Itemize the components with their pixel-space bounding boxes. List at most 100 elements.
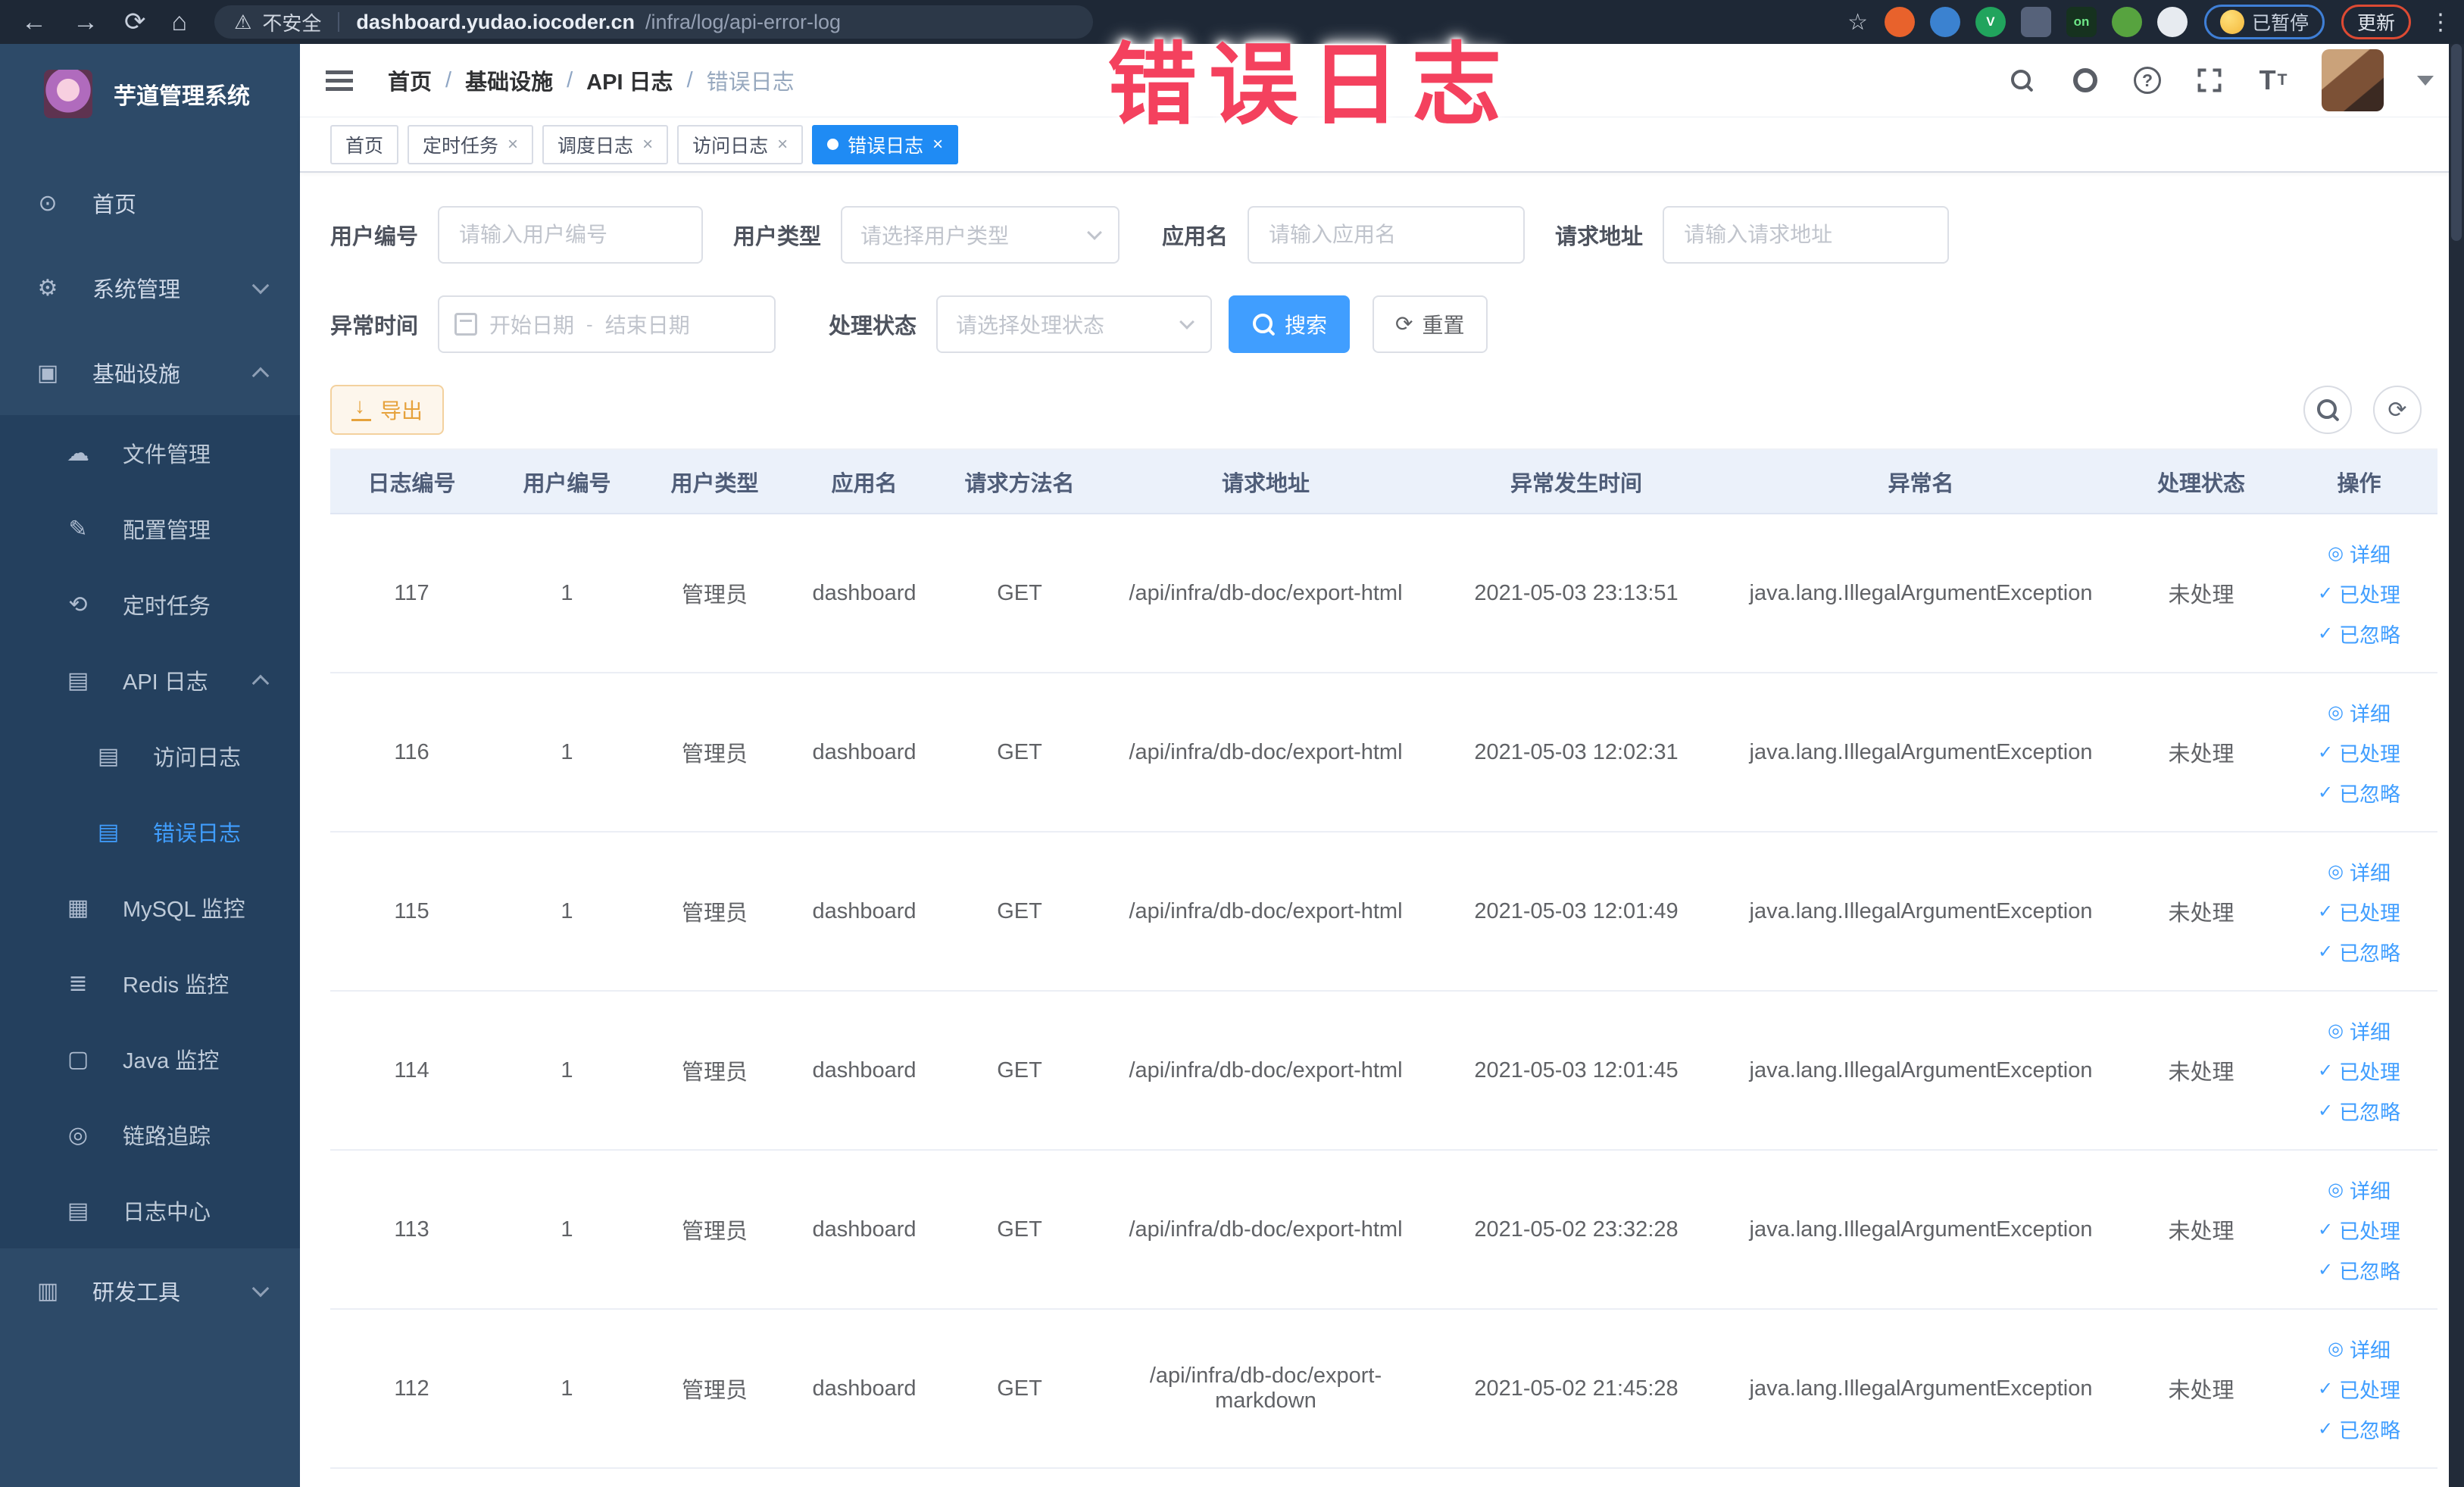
- sidebar-item-错误日志[interactable]: ▤ 错误日志: [0, 794, 300, 870]
- ext-puzzle-icon[interactable]: [2156, 7, 2188, 37]
- sidebar-item-文件管理[interactable]: ☁ 文件管理: [0, 415, 300, 491]
- sidebar-item-基础设施[interactable]: ▣ 基础设施: [0, 330, 300, 415]
- breadcrumb-item[interactable]: 首页: [388, 64, 432, 96]
- action-详细[interactable]: ◎ 详细: [2328, 1016, 2391, 1045]
- app-name-label: 应用名: [1162, 225, 1229, 249]
- github-icon[interactable]: [2070, 65, 2100, 95]
- sidebar-item-label: 基础设施: [92, 363, 181, 387]
- column-header-app_name: 应用名: [831, 471, 898, 496]
- export-button[interactable]: 导出: [330, 385, 445, 435]
- tag-错误日志[interactable]: 错误日志 ×: [812, 124, 959, 164]
- sidebar-logo[interactable]: 芋道管理系统: [0, 44, 300, 141]
- sidebar-item-label: 链路追踪: [123, 1125, 211, 1149]
- eye-icon: ◎: [2328, 1338, 2344, 1359]
- user-avatar[interactable]: [2322, 49, 2384, 111]
- close-icon[interactable]: ×: [932, 134, 943, 155]
- action-已处理[interactable]: ✓ 已处理: [2318, 1374, 2400, 1404]
- cell-app_name: dashboard: [812, 580, 917, 605]
- ext-grid-icon[interactable]: [2020, 7, 2051, 37]
- tag-定时任务[interactable]: 定时任务 ×: [408, 124, 534, 164]
- avatar-caret-down-icon[interactable]: [2417, 75, 2434, 86]
- help-icon[interactable]: ?: [2134, 67, 2161, 94]
- action-已忽略[interactable]: ✓ 已忽略: [2318, 619, 2400, 648]
- ext-green-leaf-icon[interactable]: [2111, 7, 2142, 37]
- font-size-icon[interactable]: [2258, 65, 2288, 95]
- sidebar-item-链路追踪[interactable]: ◎ 链路追踪: [0, 1097, 300, 1173]
- action-已忽略[interactable]: ✓ 已忽略: [2318, 1096, 2400, 1126]
- action-label: 已忽略: [2339, 1419, 2401, 1442]
- tag-访问日志[interactable]: 访问日志 ×: [677, 124, 804, 164]
- sidebar-item-label: 系统管理: [92, 278, 181, 302]
- dashboard-icon: ⊙: [38, 190, 58, 216]
- action-已忽略[interactable]: ✓ 已忽略: [2318, 1414, 2400, 1444]
- back-icon[interactable]: ←: [21, 0, 47, 44]
- sidebar-item-Redis 监控[interactable]: ≣ Redis 监控: [0, 945, 300, 1021]
- tag-调度日志[interactable]: 调度日志 ×: [542, 124, 669, 164]
- ext-orange-icon[interactable]: [1884, 7, 1915, 37]
- action-详细[interactable]: ◎ 详细: [2328, 698, 2391, 727]
- ext-blue-shield-icon[interactable]: [1929, 7, 1960, 37]
- breadcrumb-item[interactable]: API 日志: [586, 64, 673, 96]
- sidebar-item-API 日志[interactable]: ▤ API 日志: [0, 642, 300, 718]
- action-label: 已处理: [2339, 1220, 2401, 1243]
- cell-url: /api/infra/db-doc/export-html: [1129, 1217, 1403, 1242]
- process-status-select[interactable]: 请选择处理状态: [936, 295, 1213, 353]
- app-name-input[interactable]: [1248, 206, 1526, 264]
- sidebar-item-研发工具[interactable]: ▥ 研发工具: [0, 1248, 300, 1333]
- action-已处理[interactable]: ✓ 已处理: [2318, 1056, 2400, 1086]
- browser-menu-dots-icon[interactable]: ⋮: [2428, 9, 2452, 36]
- reload-icon[interactable]: ⟳: [124, 0, 146, 44]
- request-url-input[interactable]: [1663, 206, 1950, 264]
- action-已忽略[interactable]: ✓ 已忽略: [2318, 937, 2400, 967]
- action-已处理[interactable]: ✓ 已处理: [2318, 1215, 2400, 1245]
- toggle-search-button[interactable]: [2303, 386, 2352, 434]
- sidebar-item-首页[interactable]: ⊙ 首页: [0, 161, 300, 245]
- sidebar-item-系统管理[interactable]: ⚙ 系统管理: [0, 245, 300, 330]
- exception-time-label: 异常时间: [330, 314, 419, 339]
- ext-green-v-icon[interactable]: V: [1975, 7, 2006, 37]
- close-icon[interactable]: ×: [642, 134, 653, 155]
- hamburger-icon[interactable]: [326, 78, 353, 83]
- sidebar-item-MySQL 监控[interactable]: ▦ MySQL 监控: [0, 870, 300, 945]
- reset-button[interactable]: ⟳ 重置: [1373, 295, 1488, 353]
- search-button[interactable]: 搜索: [1229, 295, 1351, 353]
- user-id-input[interactable]: [438, 206, 704, 264]
- sidebar-item-配置管理[interactable]: ✎ 配置管理: [0, 491, 300, 567]
- action-已忽略[interactable]: ✓ 已忽略: [2318, 778, 2400, 808]
- sidebar-item-访问日志[interactable]: ▤ 访问日志: [0, 718, 300, 794]
- exception-time-range-picker[interactable]: 开始日期 - 结束日期: [438, 295, 776, 353]
- cell-app_name: dashboard: [812, 1376, 917, 1401]
- close-icon[interactable]: ×: [777, 134, 788, 155]
- close-icon[interactable]: ×: [507, 134, 518, 155]
- sidebar-item-label: 访问日志: [153, 746, 242, 770]
- profile-paused-pill[interactable]: 已暂停: [2203, 5, 2325, 39]
- action-详细[interactable]: ◎ 详细: [2328, 539, 2391, 568]
- action-已处理[interactable]: ✓ 已处理: [2318, 579, 2400, 608]
- breadcrumb-item[interactable]: 基础设施: [465, 64, 553, 96]
- action-label: 已处理: [2339, 1379, 2401, 1402]
- ext-on-badge-icon[interactable]: on: [2066, 7, 2097, 37]
- bookmark-star-icon[interactable]: ☆: [1847, 9, 1868, 36]
- action-详细[interactable]: ◎ 详细: [2328, 1175, 2391, 1204]
- forward-icon[interactable]: →: [73, 0, 98, 44]
- home-icon[interactable]: ⌂: [172, 0, 188, 44]
- filter-row-1: 用户编号 用户类型 请选择用户类型 应用名 请求地址: [330, 206, 2464, 264]
- fullscreen-icon[interactable]: [2194, 65, 2225, 95]
- action-已忽略[interactable]: ✓ 已忽略: [2318, 1255, 2400, 1285]
- sidebar-item-日志中心[interactable]: ▤ 日志中心: [0, 1173, 300, 1248]
- search-icon[interactable]: [2006, 65, 2037, 95]
- check-icon: ✓: [2317, 1378, 2334, 1399]
- cell-url: /api/infra/db-doc/export-html: [1129, 739, 1403, 764]
- refresh-table-button[interactable]: ⟳: [2373, 386, 2422, 434]
- address-bar[interactable]: ⚠ 不安全 dashboard.yudao.iocoder.cn/infra/l…: [214, 5, 1094, 39]
- page-scrollbar[interactable]: [2449, 44, 2464, 1487]
- browser-update-button[interactable]: 更新: [2341, 5, 2411, 39]
- tag-首页[interactable]: 首页: [330, 124, 399, 164]
- sidebar-item-定时任务[interactable]: ⟲ 定时任务: [0, 567, 300, 642]
- action-已处理[interactable]: ✓ 已处理: [2318, 897, 2400, 926]
- action-详细[interactable]: ◎ 详细: [2328, 1334, 2391, 1364]
- user-type-select[interactable]: 请选择用户类型: [841, 206, 1120, 264]
- sidebar-item-Java 监控[interactable]: ▢ Java 监控: [0, 1021, 300, 1097]
- action-已处理[interactable]: ✓ 已处理: [2318, 738, 2400, 767]
- action-详细[interactable]: ◎ 详细: [2328, 857, 2391, 886]
